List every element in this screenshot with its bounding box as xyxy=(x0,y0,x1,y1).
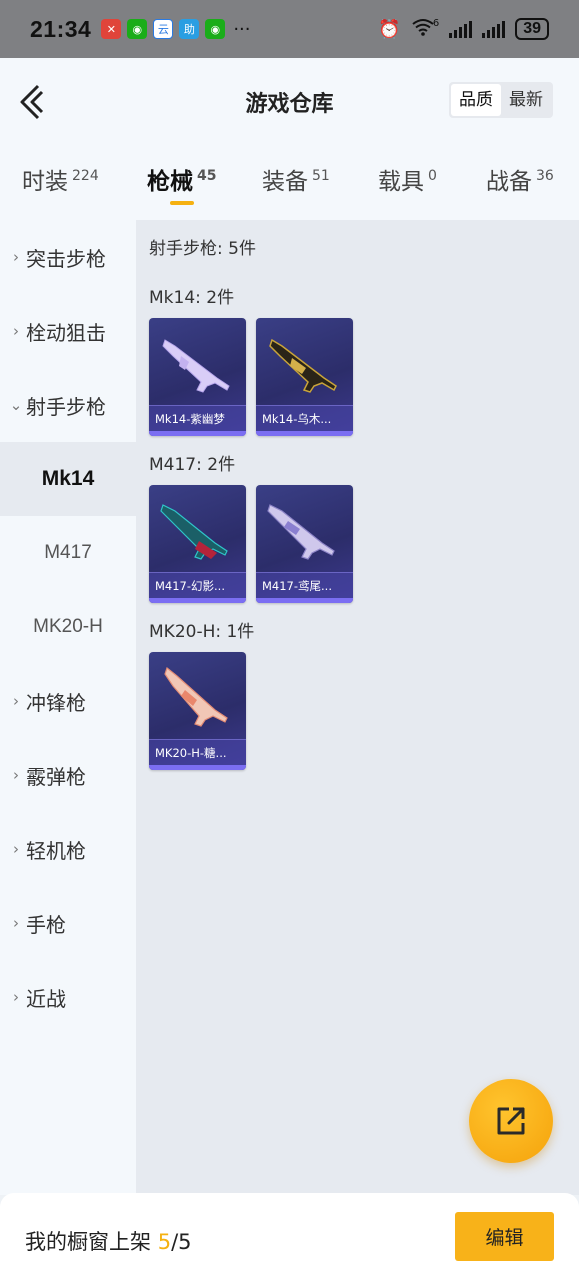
status-time: 21:34 xyxy=(30,15,92,42)
sidebar-item-bolt-sniper[interactable]: › 栓动狙击 xyxy=(0,294,136,368)
wechat-icon-2: ◉ xyxy=(205,19,226,39)
sidebar-item-label: 手枪 xyxy=(26,912,66,937)
chevron-right-icon: › xyxy=(13,322,19,340)
sidebar-item-label: 栓动狙击 xyxy=(26,320,106,345)
weapon-name: Mk14-乌木... xyxy=(256,405,353,431)
tab-count: 36 xyxy=(536,168,554,185)
tab-count: 0 xyxy=(428,168,437,185)
card-base xyxy=(149,431,246,436)
sort-quality-option[interactable]: 品质 xyxy=(451,84,501,116)
sidebar-item-pistol[interactable]: › 手枪 xyxy=(0,886,136,960)
chevron-right-icon: › xyxy=(13,766,19,784)
sidebar-item-smg[interactable]: › 冲锋枪 xyxy=(0,664,136,738)
alarm-icon: ⏰ xyxy=(378,18,401,40)
sidebar-subitem-mk14[interactable]: Mk14 xyxy=(0,442,136,516)
chevron-right-icon: › xyxy=(13,840,19,858)
sidebar-subitem-m417[interactable]: M417 xyxy=(0,516,136,590)
sidebar-item-label: 射手步枪 xyxy=(26,394,106,419)
showcase-total-count: /5 xyxy=(171,1230,192,1254)
tab-outfits[interactable]: 时装 224 xyxy=(22,162,99,196)
weapon-card[interactable]: Mk14-紫幽梦 xyxy=(149,318,246,436)
signal-icon xyxy=(449,20,473,38)
rifle-skin-icon xyxy=(164,666,228,727)
status-bar: 21:34 ✕ ◉ 云 助 ◉ ··· ⏰ 6 39 xyxy=(0,0,579,58)
group-title-m417: M417: 2件 xyxy=(149,455,236,475)
bottom-bar: 我的橱窗上架 5/5 编辑 xyxy=(0,1193,579,1280)
share-fab-button[interactable] xyxy=(469,1079,553,1163)
group-title-mk14: Mk14: 2件 xyxy=(149,288,235,308)
category-summary: 射手步枪: 5件 xyxy=(149,239,256,259)
tab-count: 45 xyxy=(197,168,217,185)
sidebar-item-label: 冲锋枪 xyxy=(26,690,86,715)
card-base xyxy=(149,765,246,770)
tab-equipment[interactable]: 装备 51 xyxy=(262,162,330,196)
card-base xyxy=(256,431,353,436)
chevron-right-icon: › xyxy=(13,988,19,1006)
weapon-name: M417-鸢尾... xyxy=(256,572,353,598)
rifle-skin-icon xyxy=(162,339,230,393)
tab-label: 战备 xyxy=(486,169,532,195)
showcase-current-count: 5 xyxy=(157,1230,172,1254)
sidebar-item-marksman-rifle[interactable]: ⌄ 射手步枪 xyxy=(0,368,136,442)
sidebar-item-shotgun[interactable]: › 霰弹枪 xyxy=(0,738,136,812)
category-tabs: 时装 224 枪械 45 装备 51 载具 0 战备 36 xyxy=(0,148,579,220)
sidebar-item-assault-rifle[interactable]: › 突击步枪 xyxy=(0,220,136,294)
weapon-card[interactable]: M417-鸢尾... xyxy=(256,485,353,603)
red-app-icon: ✕ xyxy=(101,19,122,39)
app-notification-icon: 云 xyxy=(153,19,174,39)
weapon-name: MK20-H-糖... xyxy=(149,739,246,765)
sort-toggle: 品质 最新 xyxy=(449,82,553,118)
chevron-right-icon: › xyxy=(13,914,19,932)
weapon-card[interactable]: M417-幻影... xyxy=(149,485,246,603)
weapon-card[interactable]: MK20-H-糖... xyxy=(149,652,246,770)
sidebar-item-label: 近战 xyxy=(26,986,66,1011)
battery-icon: 39 xyxy=(515,18,549,40)
chevron-down-icon: ⌄ xyxy=(9,396,23,414)
rifle-skin-icon xyxy=(267,504,335,560)
more-notifications-icon: ··· xyxy=(233,18,251,40)
group-title-mk20h: MK20-H: 1件 xyxy=(149,622,255,642)
chevron-right-icon: › xyxy=(13,692,19,710)
sidebar-item-lmg[interactable]: › 轻机枪 xyxy=(0,812,136,886)
weapon-name: Mk14-紫幽梦 xyxy=(149,405,246,431)
wechat-icon: ◉ xyxy=(127,19,148,39)
tab-count: 51 xyxy=(312,168,330,185)
network-type-label: 6 xyxy=(432,17,440,29)
active-tab-indicator xyxy=(170,201,194,205)
sidebar-item-label: 突击步枪 xyxy=(26,246,106,271)
tab-firearms[interactable]: 枪械 45 xyxy=(147,162,216,196)
weapon-grid: 射手步枪: 5件 Mk14: 2件 Mk14-紫幽梦 Mk14-乌木... M4… xyxy=(136,220,579,1195)
weapon-name: M417-幻影... xyxy=(149,572,246,598)
tab-label: 枪械 xyxy=(147,169,193,195)
weapon-card[interactable]: Mk14-乌木... xyxy=(256,318,353,436)
edit-button[interactable]: 编辑 xyxy=(455,1212,554,1261)
header: 游戏仓库 品质 最新 xyxy=(0,58,579,148)
sidebar-item-melee[interactable]: › 近战 xyxy=(0,960,136,1034)
weapon-type-sidebar: › 突击步枪 › 栓动狙击 ⌄ 射手步枪 Mk14 M417 MK20-H › 冲锋枪 … xyxy=(0,220,136,1195)
rifle-skin-icon xyxy=(160,504,228,560)
rifle-skin-icon xyxy=(269,338,337,393)
tab-label: 时装 xyxy=(22,169,68,195)
showcase-status: 我的橱窗上架 5/5 xyxy=(25,1226,192,1256)
signal-icon-2 xyxy=(482,20,506,38)
app-notification-icon-2: 助 xyxy=(179,19,200,39)
card-base xyxy=(149,598,246,603)
tab-label: 装备 xyxy=(262,169,308,195)
notification-icons: ✕ ◉ 云 助 ◉ xyxy=(101,19,226,39)
tab-vehicles[interactable]: 载具 0 xyxy=(378,162,437,196)
sidebar-item-label: 轻机枪 xyxy=(26,838,86,863)
showcase-label: 我的橱窗上架 xyxy=(25,1230,151,1254)
card-base xyxy=(256,598,353,603)
share-external-icon xyxy=(497,1107,525,1135)
wifi-icon xyxy=(411,18,435,41)
sort-latest-option[interactable]: 最新 xyxy=(501,84,551,116)
tab-count: 224 xyxy=(72,168,99,185)
sidebar-item-label: 霰弹枪 xyxy=(26,764,86,789)
tab-label: 载具 xyxy=(378,169,424,195)
sidebar-subitem-mk20h[interactable]: MK20-H xyxy=(0,590,136,664)
tab-combat-gear[interactable]: 战备 36 xyxy=(486,162,554,196)
chevron-right-icon: › xyxy=(13,248,19,266)
